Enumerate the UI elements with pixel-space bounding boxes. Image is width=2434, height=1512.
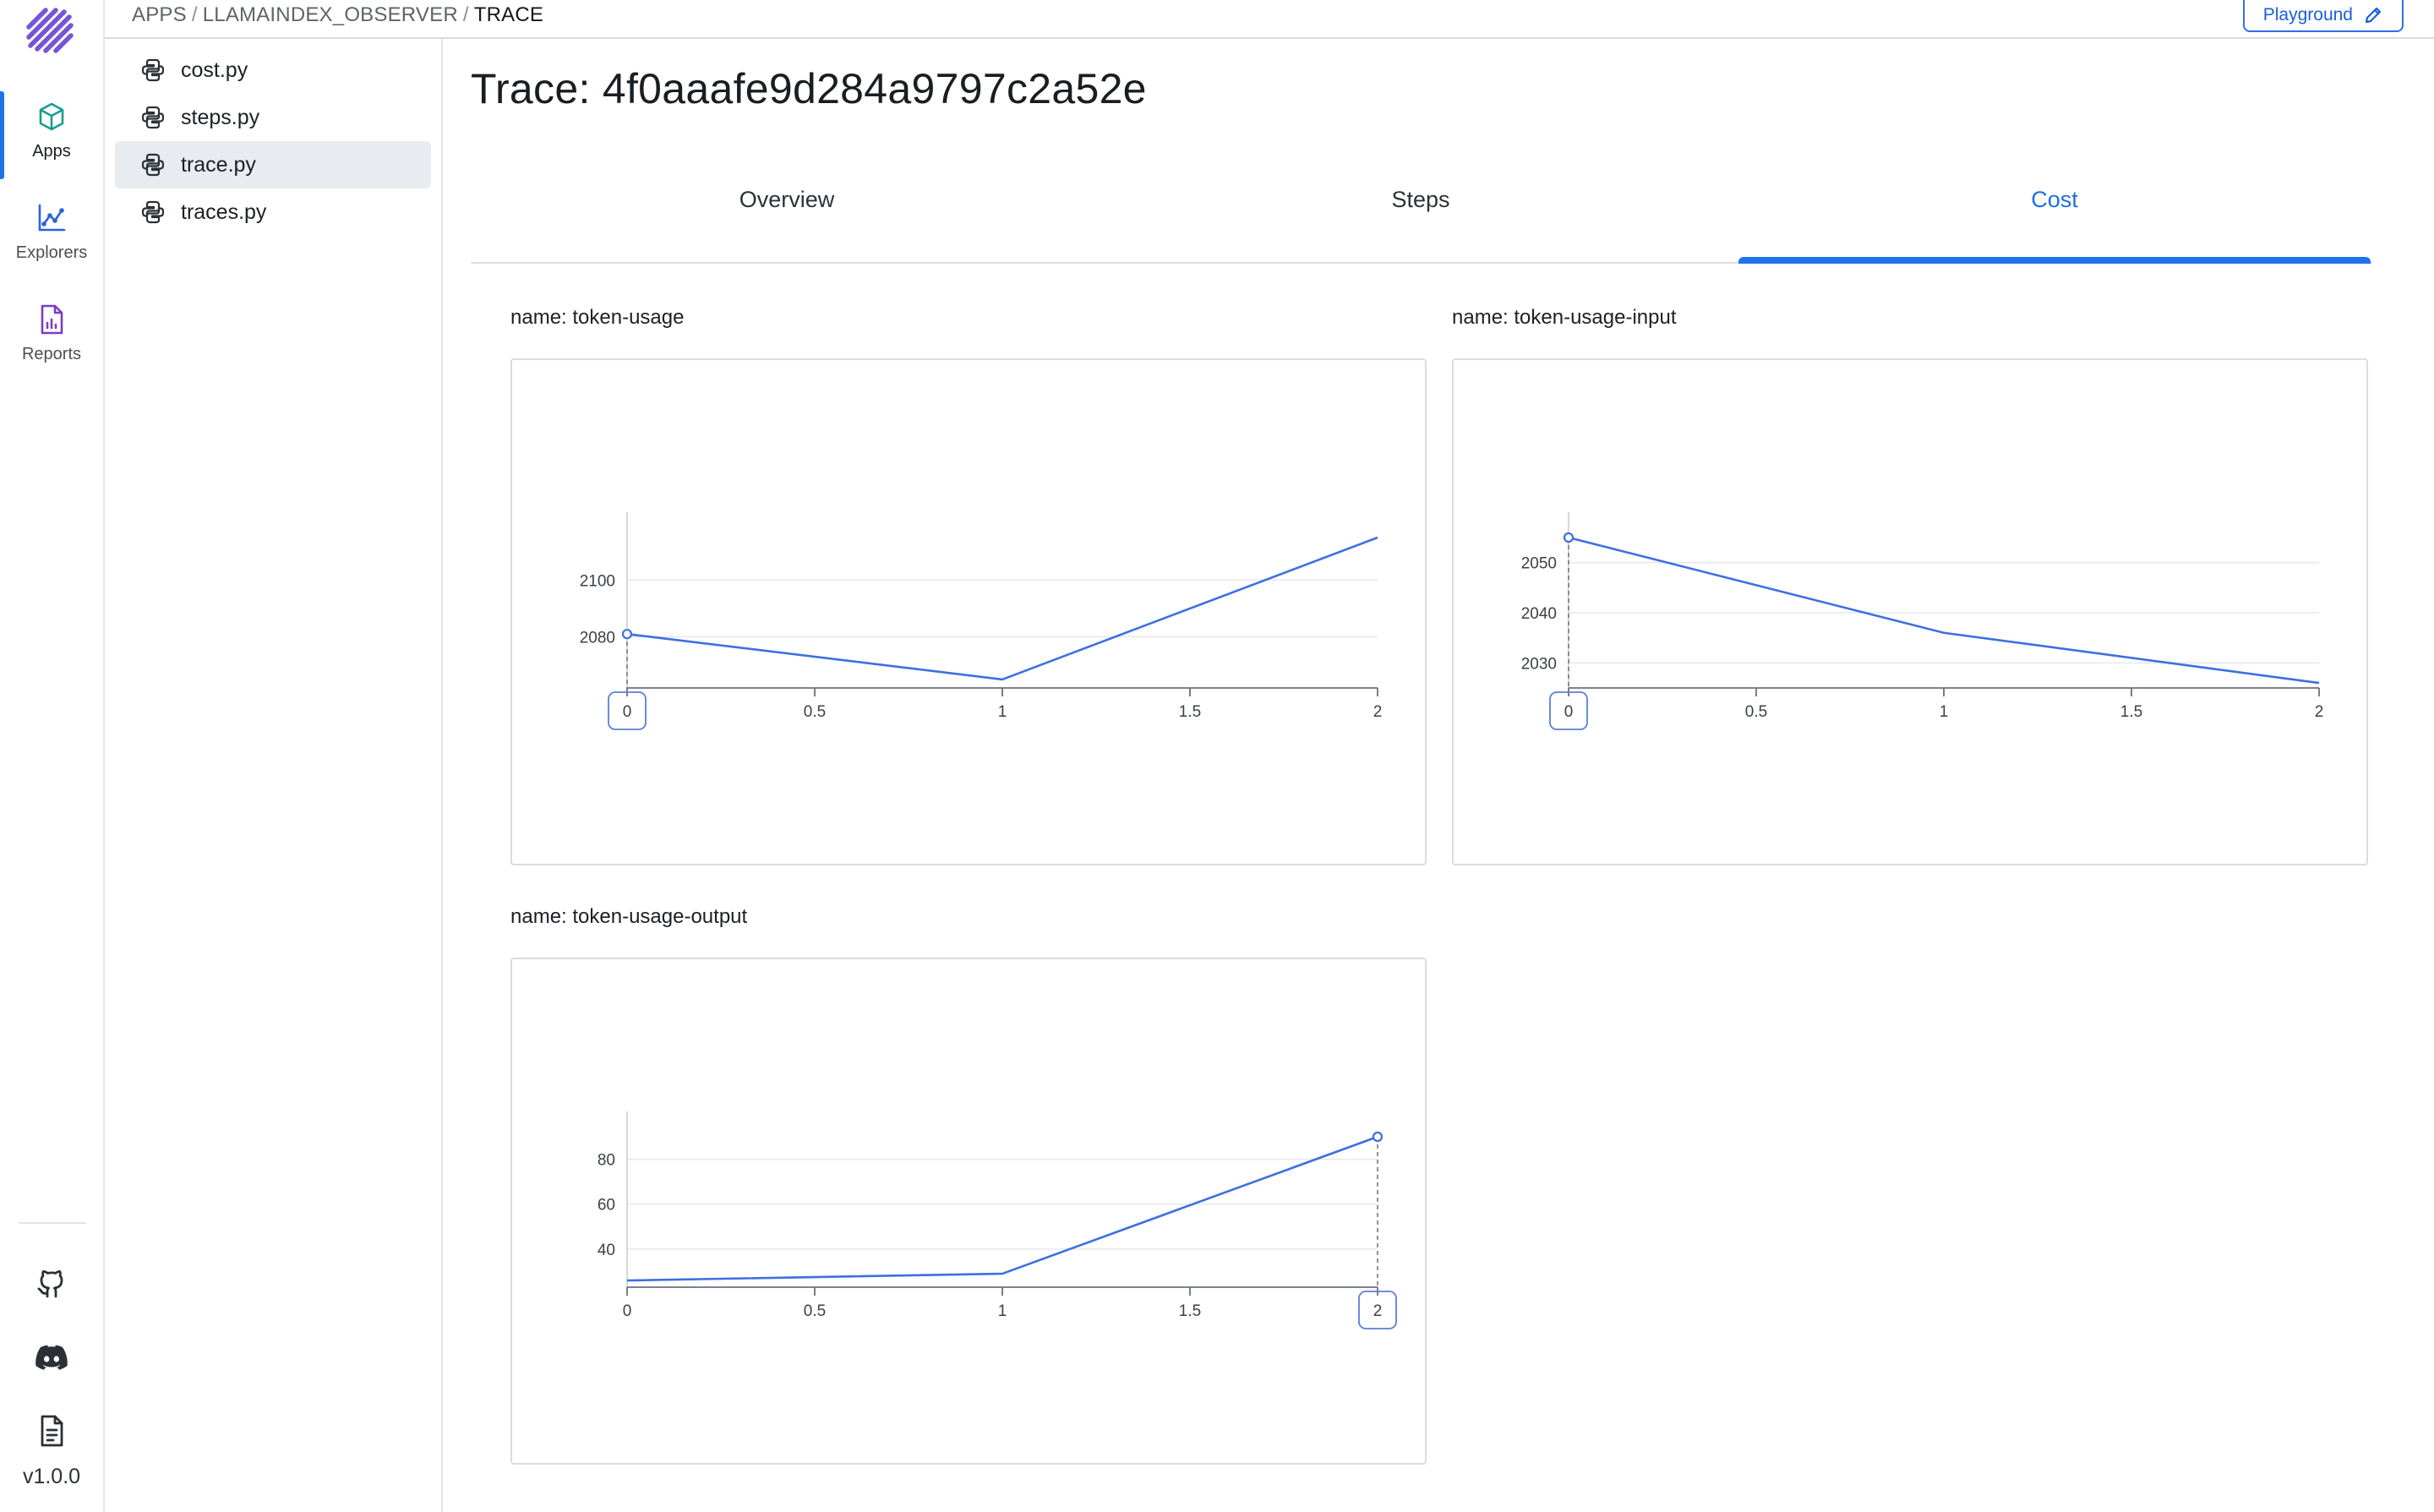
line-chart[interactable]: 2080 2100 0 0.5 1 1.5 2 bbox=[512, 360, 1425, 864]
x-tick-label: 2 bbox=[1373, 703, 1383, 721]
file-name: traces.py bbox=[181, 199, 267, 224]
report-icon bbox=[41, 304, 63, 335]
line-chart[interactable]: 2030 2040 2050 0 0.5 1 1.5 2 bbox=[1454, 360, 2366, 864]
python-icon bbox=[141, 200, 165, 224]
x-tick-label: 1.5 bbox=[1179, 703, 1201, 721]
nav-reports[interactable]: Reports bbox=[0, 294, 103, 387]
breadcrumb-current: TRACE bbox=[473, 3, 544, 26]
chart-title: name: token-usage-output bbox=[510, 905, 748, 928]
breadcrumb-apps[interactable]: APPS bbox=[132, 3, 187, 26]
x-tick-label: 0.5 bbox=[804, 1302, 826, 1320]
file-item-traces[interactable]: traces.py bbox=[115, 188, 431, 236]
main-content: Trace: 4f0aaafe9d284a9797c2a52e Overview… bbox=[443, 39, 2434, 1512]
breadcrumb-app[interactable]: LLAMAINDEX_OBSERVER bbox=[203, 3, 458, 26]
tab-bar: Overview Steps Cost bbox=[471, 174, 2372, 264]
github-icon[interactable] bbox=[34, 1264, 69, 1300]
app-version: v1.0.0 bbox=[22, 1465, 81, 1488]
token-usage-chart: 2080 2100 0 0.5 1 1.5 2 bbox=[510, 358, 1427, 865]
nav-apps[interactable]: Apps bbox=[0, 91, 103, 184]
breadcrumb-separator: / bbox=[462, 3, 469, 26]
top-bar: APPS / LLAMAINDEX_OBSERVER / TRACE Playgroun… bbox=[105, 0, 2434, 39]
file-name: trace.py bbox=[181, 152, 256, 177]
x-tick-label: 0.5 bbox=[1745, 703, 1767, 721]
app-logo[interactable] bbox=[25, 7, 78, 59]
data-point bbox=[621, 629, 633, 640]
nav-explorers-label: Explorers bbox=[15, 243, 88, 262]
pencil-icon bbox=[2365, 7, 2382, 24]
playground-label: Playground bbox=[2262, 5, 2353, 25]
x-tick-label: 1 bbox=[998, 703, 1007, 721]
python-icon bbox=[141, 153, 165, 177]
x-tick-label: 0 bbox=[623, 1302, 632, 1320]
token-usage-input-chart: 2030 2040 2050 0 0.5 1 1.5 2 bbox=[1452, 358, 2368, 865]
nav-reports-label: Reports bbox=[21, 345, 82, 363]
playground-button[interactable]: Playground bbox=[2242, 0, 2404, 32]
series-line bbox=[626, 1135, 1378, 1282]
y-tick-label: 2080 bbox=[580, 630, 615, 647]
x-tick-label: 1 bbox=[998, 1302, 1007, 1320]
x-tick-label: 1.5 bbox=[2120, 703, 2142, 721]
breadcrumb: APPS / LLAMAINDEX_OBSERVER / TRACE bbox=[132, 3, 543, 27]
x-tick-label: 2 bbox=[1373, 1302, 1383, 1320]
series-line bbox=[626, 536, 1378, 681]
rail-divider bbox=[19, 1222, 86, 1224]
data-point bbox=[1563, 532, 1574, 543]
y-tick-label: 2030 bbox=[1521, 655, 1557, 673]
file-name: steps.py bbox=[181, 105, 260, 129]
y-tick-label: 60 bbox=[598, 1197, 615, 1215]
file-item-trace[interactable]: trace.py bbox=[115, 141, 431, 188]
x-tick-label: 1.5 bbox=[1179, 1302, 1201, 1320]
y-tick-label: 2100 bbox=[580, 572, 615, 590]
nav-explorers[interactable]: Explorers bbox=[0, 193, 103, 286]
document-icon[interactable] bbox=[34, 1413, 69, 1449]
x-tick-label: 2 bbox=[2315, 703, 2324, 721]
discord-icon[interactable] bbox=[34, 1339, 69, 1374]
x-tick-label: 1 bbox=[1940, 703, 1949, 721]
tab-steps[interactable]: Steps bbox=[1105, 174, 1737, 262]
graph-icon bbox=[38, 204, 66, 232]
y-tick-label: 80 bbox=[598, 1152, 615, 1170]
python-icon bbox=[141, 58, 165, 82]
tab-cost[interactable]: Cost bbox=[1738, 174, 2371, 264]
chart-title: name: token-usage-input bbox=[1452, 306, 1677, 329]
breadcrumb-separator: / bbox=[191, 3, 198, 26]
chart-title: name: token-usage bbox=[510, 306, 685, 329]
x-tick-label: 0 bbox=[623, 703, 632, 721]
x-tick-label: 0.5 bbox=[804, 703, 826, 721]
y-tick-label: 2050 bbox=[1521, 555, 1557, 573]
file-sidebar: cost.py steps.py trace.py traces.py bbox=[105, 39, 443, 1512]
x-tick-label: 0 bbox=[1564, 703, 1574, 721]
app-nav-rail: Apps Explorers Reports v1.0.0 bbox=[0, 0, 105, 1512]
file-name: cost.py bbox=[181, 57, 248, 82]
python-icon bbox=[141, 106, 165, 129]
y-tick-label: 2040 bbox=[1521, 605, 1557, 623]
data-point bbox=[1372, 1131, 1383, 1143]
page-title: Trace: 4f0aaafe9d284a9797c2a52e bbox=[471, 65, 1147, 112]
tab-overview[interactable]: Overview bbox=[471, 174, 1103, 262]
file-item-cost[interactable]: cost.py bbox=[115, 46, 431, 94]
nav-apps-label: Apps bbox=[32, 142, 71, 161]
token-usage-output-chart: 40 60 80 0 0.5 1 1.5 2 bbox=[510, 958, 1427, 1465]
series-line bbox=[1568, 536, 2320, 685]
y-tick-label: 40 bbox=[598, 1242, 615, 1259]
line-chart[interactable]: 40 60 80 0 0.5 1 1.5 2 bbox=[512, 959, 1425, 1463]
file-item-steps[interactable]: steps.py bbox=[115, 94, 431, 141]
cube-icon bbox=[39, 102, 64, 131]
